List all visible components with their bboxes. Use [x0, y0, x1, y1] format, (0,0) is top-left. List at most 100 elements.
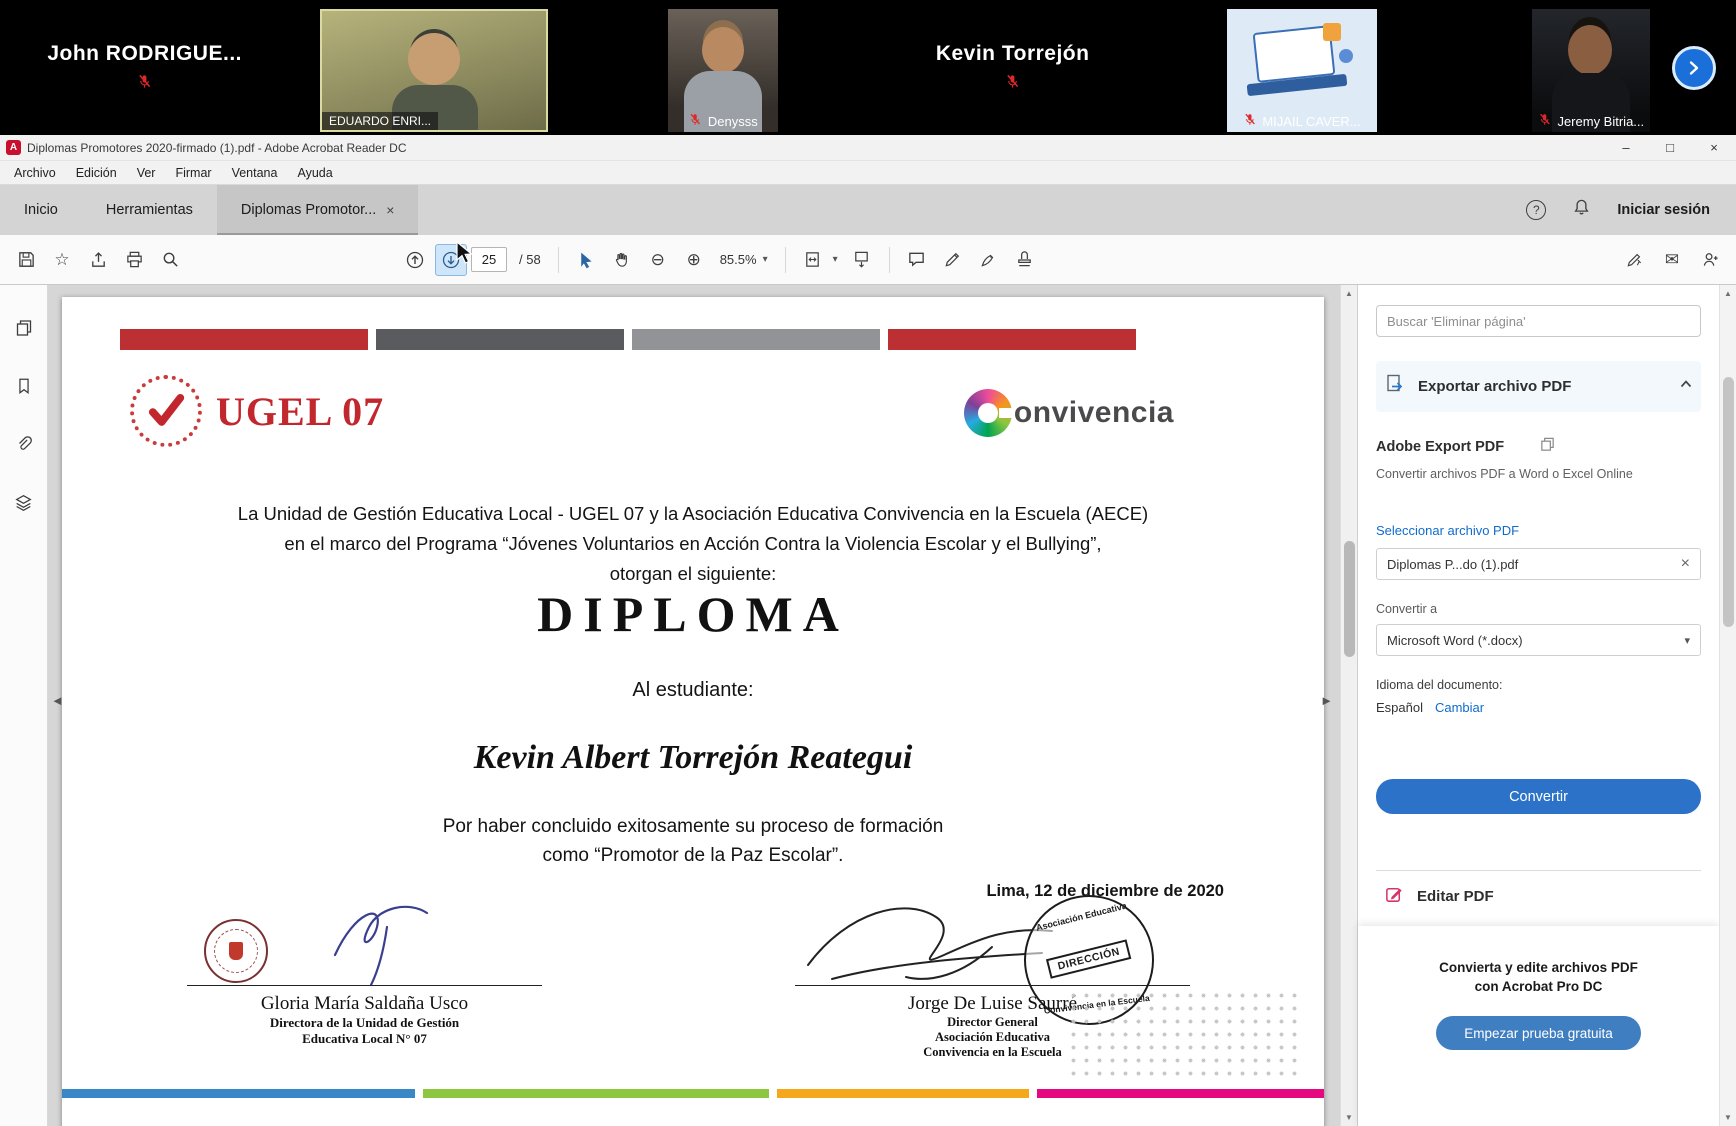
search-magnifier-icon[interactable]: [154, 244, 186, 276]
save-icon[interactable]: [10, 244, 42, 276]
scroll-up-icon[interactable]: ▲: [1720, 289, 1736, 298]
layers-icon[interactable]: [9, 487, 39, 517]
edit-pdf-section-header[interactable]: Editar PDF: [1376, 871, 1701, 922]
bookmarks-icon[interactable]: [9, 371, 39, 401]
tab-bar: Inicio Herramientas Diplomas Promotor...…: [0, 185, 1736, 235]
share-icon[interactable]: [82, 244, 114, 276]
scroll-down-icon[interactable]: ▼: [1341, 1113, 1357, 1122]
deco-bar-green: [423, 1089, 769, 1098]
page-thumbnails-icon[interactable]: [9, 313, 39, 343]
zoom-in-icon[interactable]: ⊕: [678, 244, 710, 276]
highlight-pencil-icon[interactable]: [937, 244, 969, 276]
previous-page-icon[interactable]: [399, 244, 431, 276]
comment-icon[interactable]: [901, 244, 933, 276]
left-signer-role-2: Educativa Local N° 07: [302, 1031, 427, 1046]
panel-scrollbar[interactable]: ▲ ▼: [1719, 285, 1736, 1126]
previous-page-nav-arrow[interactable]: ◄: [51, 693, 64, 708]
fit-width-icon[interactable]: [797, 244, 829, 276]
document-scrollbar[interactable]: ▲ ▼: [1340, 285, 1357, 1126]
menu-ayuda[interactable]: Ayuda: [289, 164, 340, 182]
scrollbar-thumb[interactable]: [1723, 377, 1734, 627]
scroll-up-icon[interactable]: ▲: [1341, 289, 1357, 298]
tab-inicio[interactable]: Inicio: [0, 185, 82, 235]
menu-archivo[interactable]: Archivo: [6, 164, 64, 182]
change-language-link[interactable]: Cambiar: [1435, 700, 1484, 715]
menu-ver[interactable]: Ver: [129, 164, 164, 182]
start-free-trial-button[interactable]: Empezar prueba gratuita: [1436, 1016, 1641, 1050]
tab-herramientas[interactable]: Herramientas: [82, 185, 217, 235]
promo-line-1: Convierta y edite archivos PDF: [1439, 960, 1638, 975]
student-label: Al estudiante:: [632, 679, 754, 701]
menu-ventana[interactable]: Ventana: [224, 164, 286, 182]
scrollbar-thumb[interactable]: [1344, 541, 1355, 657]
share-review-icon[interactable]: [1618, 244, 1650, 276]
star-icon[interactable]: ☆: [46, 244, 78, 276]
hand-tool-icon[interactable]: [606, 244, 638, 276]
add-person-icon[interactable]: [1694, 244, 1726, 276]
maximize-button[interactable]: □: [1648, 135, 1692, 160]
diploma-title: DIPLOMA: [537, 586, 849, 642]
email-icon[interactable]: ✉: [1656, 244, 1688, 276]
sign-in-button[interactable]: Iniciar sesión: [1617, 202, 1710, 218]
decorative-header-bars: [120, 329, 1136, 350]
participant-name: Kevin Torrejón: [935, 41, 1090, 65]
convert-button[interactable]: Convertir: [1376, 779, 1701, 814]
participant-tile-eduardo[interactable]: EDUARDO ENRI...: [289, 0, 578, 135]
help-button[interactable]: ?: [1526, 200, 1547, 220]
adobe-export-title: Adobe Export PDF: [1376, 438, 1505, 455]
deco-bar-blue: [62, 1089, 415, 1098]
participant-tile-denysss[interactable]: Denysss: [579, 0, 868, 135]
next-page-nav-arrow[interactable]: ►: [1320, 693, 1333, 708]
selected-file-name: Diplomas P...do (1).pdf: [1387, 556, 1519, 572]
participant-silhouette: [1568, 25, 1613, 75]
minimize-button[interactable]: –: [1604, 135, 1648, 160]
menu-firmar[interactable]: Firmar: [167, 164, 219, 182]
screen: John RODRIGUE... EDUARDO ENRI... Denysss…: [0, 0, 1736, 1126]
select-tool-icon[interactable]: [570, 244, 602, 276]
scroll-down-icon[interactable]: ▼: [1720, 1113, 1736, 1122]
tab-close-icon[interactable]: ×: [386, 202, 394, 218]
stamp-tool-icon[interactable]: [1009, 244, 1041, 276]
format-select[interactable]: Microsoft Word (*.docx) ▾: [1376, 624, 1701, 656]
sign-pen-icon[interactable]: [973, 244, 1005, 276]
attachments-paperclip-icon[interactable]: [9, 429, 39, 459]
edit-pdf-icon: [1384, 884, 1405, 909]
menu-edicion[interactable]: Edición: [68, 164, 125, 182]
workspace: UGEL 07 onvivencia La Unidad de Gestión …: [0, 285, 1736, 1126]
tab-document[interactable]: Diplomas Promotor... ×: [216, 185, 419, 235]
notifications-bell-icon[interactable]: [1572, 198, 1591, 222]
page-number-input[interactable]: [471, 247, 507, 272]
ministry-seal: [204, 919, 268, 983]
participant-tile-kevin[interactable]: Kevin Torrejón: [868, 0, 1157, 135]
print-icon[interactable]: [118, 244, 150, 276]
tools-search-input[interactable]: [1376, 305, 1701, 337]
decorative-dot-pattern: [1067, 989, 1299, 1081]
zoom-level-value: 85.5%: [719, 252, 757, 267]
zoom-out-icon[interactable]: ⊖: [642, 244, 674, 276]
window-titlebar: A Diplomas Promotores 2020-firmado (1).p…: [0, 135, 1736, 161]
zoom-level-dropdown[interactable]: 85.5% ▾: [714, 248, 774, 271]
participant-name-label: EDUARDO ENRI...: [321, 112, 438, 130]
tab-label: Herramientas: [105, 202, 193, 218]
participant-tile-mijail[interactable]: MIJAIL CAVER...: [1157, 0, 1446, 135]
close-button[interactable]: ×: [1692, 135, 1736, 160]
select-pdf-file-link[interactable]: Seleccionar archivo PDF: [1376, 523, 1701, 538]
tab-label: Diplomas Promotor...: [240, 202, 377, 218]
window-title: Diplomas Promotores 2020-firmado (1).pdf…: [27, 140, 407, 155]
chevron-down-icon[interactable]: ▾: [833, 254, 838, 265]
export-description: Convertir archivos PDF a Word o Excel On…: [1376, 467, 1633, 481]
participant-name: EDUARDO ENRI...: [328, 114, 431, 128]
copy-files-icon[interactable]: [1539, 436, 1702, 457]
export-pdf-section-header[interactable]: Exportar archivo PDF: [1376, 361, 1701, 412]
zoom-next-page-button[interactable]: [1672, 45, 1716, 90]
acrobat-logo-icon: A: [6, 140, 21, 155]
chevron-up-icon[interactable]: [1679, 377, 1693, 396]
participant-silhouette: [702, 27, 745, 73]
next-page-icon[interactable]: [435, 243, 467, 276]
seal-inner-ring: [214, 929, 258, 973]
remove-file-icon[interactable]: ×: [1681, 555, 1690, 573]
participant-video: EDUARDO ENRI...: [319, 9, 548, 132]
participant-tile-john[interactable]: John RODRIGUE...: [0, 0, 289, 135]
avatar-illustration: [1322, 23, 1341, 41]
scrolling-mode-icon[interactable]: [846, 244, 878, 276]
